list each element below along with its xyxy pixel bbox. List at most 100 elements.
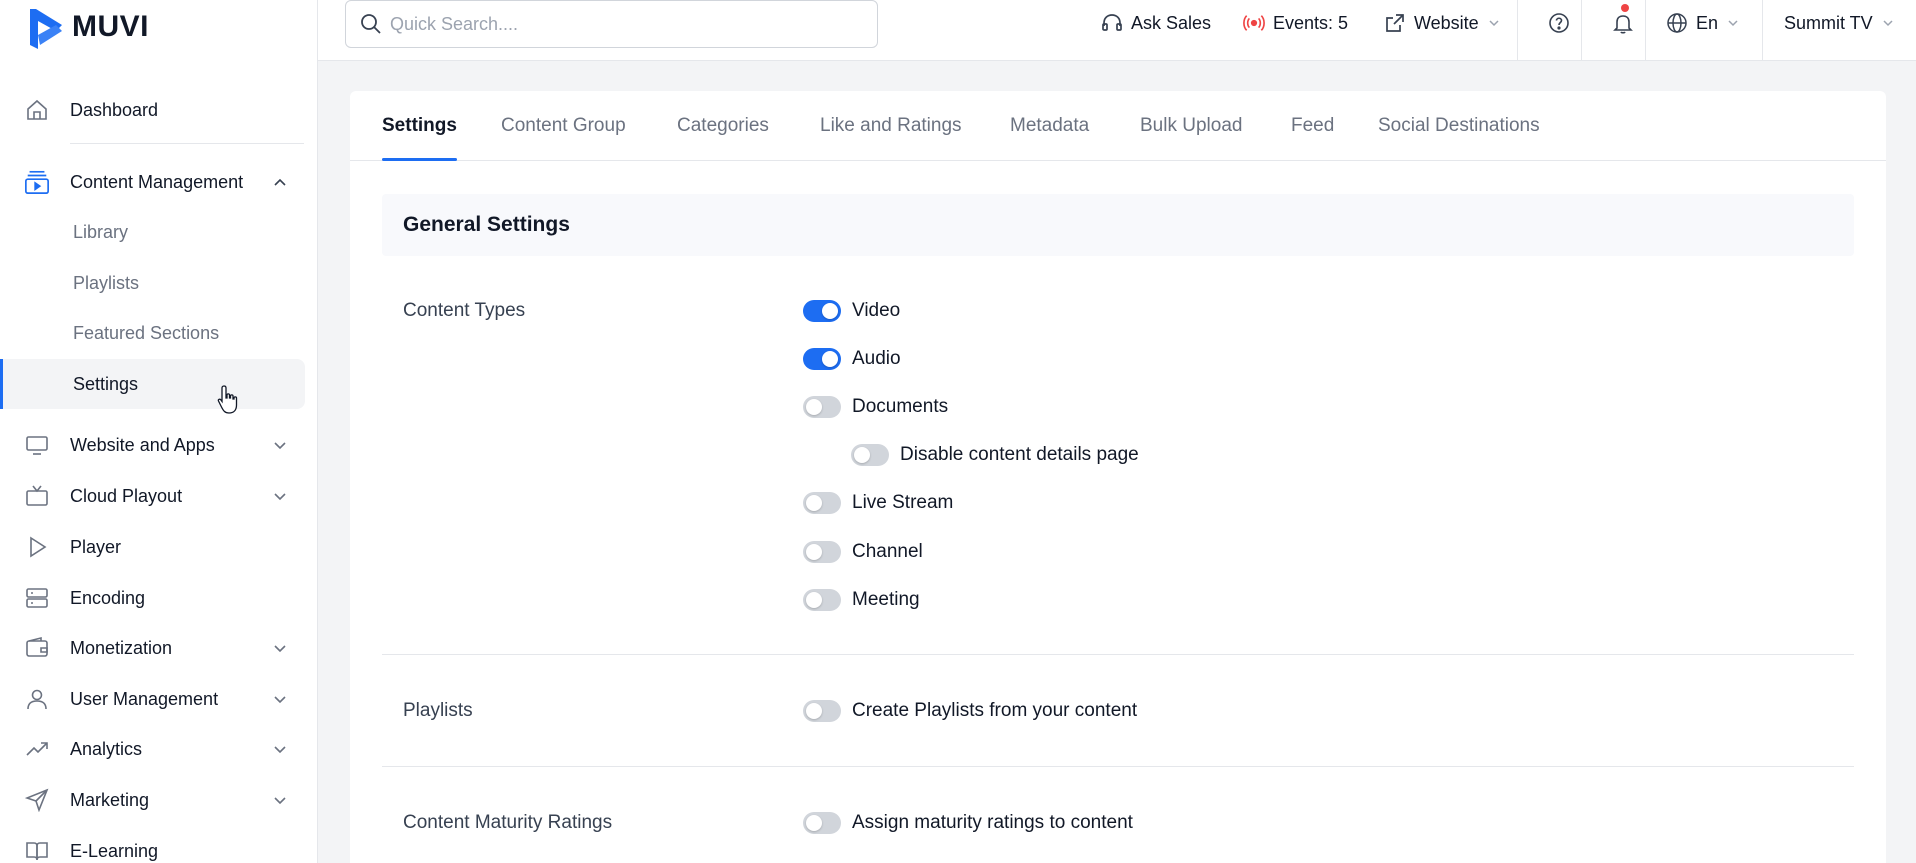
tab-feed[interactable]: Feed [1291, 115, 1334, 161]
tab-like-and-ratings[interactable]: Like and Ratings [820, 115, 962, 161]
live-stream-option[interactable]: Live Stream [803, 490, 953, 516]
ask-sales-link[interactable]: Ask Sales [1101, 10, 1211, 36]
home-icon [24, 97, 50, 123]
meeting-toggle[interactable] [803, 589, 841, 611]
globe-icon [1666, 12, 1688, 34]
sidebar-divider [70, 143, 304, 144]
brand-logo[interactable]: MUVI [26, 4, 149, 50]
sidebar-item-e-learning[interactable]: E-Learning [0, 826, 318, 863]
external-link-icon [1384, 12, 1406, 34]
option-label: Meeting [852, 589, 920, 610]
topbar-separator [1762, 0, 1763, 60]
sidebar-subitem-playlists[interactable]: Playlists [0, 258, 318, 308]
general-settings-header: General Settings [382, 194, 1854, 256]
sidebar-subitem-settings[interactable]: Settings [0, 359, 305, 409]
trend-icon [24, 736, 50, 762]
help-button[interactable] [1548, 10, 1570, 36]
chevron-down-icon [272, 691, 288, 707]
sidebar-subitem-library[interactable]: Library [0, 207, 318, 257]
account-dropdown[interactable]: Summit TV [1784, 10, 1895, 36]
broadcast-icon [1243, 12, 1265, 34]
sidebar-item-label: Website and Apps [70, 434, 215, 455]
meeting-option[interactable]: Meeting [803, 587, 920, 613]
option-label: Assign maturity ratings to content [852, 812, 1133, 833]
topbar-separator [1645, 0, 1646, 60]
tab-bar: Settings Content Group Categories Like a… [350, 91, 1886, 161]
video-toggle[interactable] [803, 300, 841, 322]
website-label: Website [1414, 12, 1479, 33]
chevron-up-icon [272, 174, 288, 190]
sidebar-subitem-label: Playlists [73, 272, 140, 293]
tv-icon [24, 483, 50, 509]
maturity-ratings-toggle[interactable] [803, 812, 841, 834]
topbar-separator [1517, 0, 1518, 60]
sidebar-item-encoding[interactable]: Encoding [0, 573, 318, 623]
website-dropdown[interactable]: Website [1384, 10, 1501, 36]
book-icon [24, 838, 50, 863]
sidebar-item-user-management[interactable]: User Management [0, 674, 318, 724]
playlists-label: Playlists [403, 700, 473, 721]
tab-categories[interactable]: Categories [677, 115, 769, 161]
chevron-down-icon [272, 741, 288, 757]
chevron-down-icon [1726, 12, 1740, 34]
audio-toggle[interactable] [803, 348, 841, 370]
tab-content-group[interactable]: Content Group [501, 115, 626, 161]
documents-toggle[interactable] [803, 396, 841, 418]
create-playlists-option[interactable]: Create Playlists from your content [803, 698, 1137, 724]
settings-card: Settings Content Group Categories Like a… [350, 91, 1886, 863]
sidebar-item-marketing[interactable]: Marketing [0, 775, 318, 825]
chevron-down-icon [272, 792, 288, 808]
sidebar-item-monetization[interactable]: Monetization [0, 623, 318, 673]
sidebar-item-website-and-apps[interactable]: Website and Apps [0, 420, 318, 470]
search-input[interactable] [390, 9, 860, 39]
sidebar-item-label: Player [70, 536, 122, 557]
sidebar-item-content-management[interactable]: Content Management [0, 157, 318, 207]
tab-metadata[interactable]: Metadata [1010, 115, 1089, 161]
maturity-ratings-label: Content Maturity Ratings [403, 812, 613, 833]
disable-details-option[interactable]: Disable content details page [851, 442, 1139, 468]
content-management-icon [24, 169, 50, 195]
channel-option[interactable]: Channel [803, 539, 923, 565]
sidebar-item-analytics[interactable]: Analytics [0, 724, 318, 774]
maturity-ratings-option[interactable]: Assign maturity ratings to content [803, 810, 1133, 836]
section-title: General Settings [403, 213, 570, 236]
documents-option[interactable]: Documents [803, 394, 948, 420]
language-label: En [1696, 12, 1719, 33]
audio-option[interactable]: Audio [803, 346, 901, 372]
bell-icon [1612, 12, 1634, 34]
option-label: Live Stream [852, 492, 954, 513]
chevron-down-icon [1881, 12, 1895, 34]
video-option[interactable]: Video [803, 298, 900, 324]
user-icon [24, 686, 50, 712]
chevron-down-icon [272, 488, 288, 504]
account-label: Summit TV [1784, 12, 1873, 33]
events-link[interactable]: Events: 5 [1243, 10, 1348, 36]
quick-search[interactable] [345, 0, 878, 48]
tab-social-destinations[interactable]: Social Destinations [1378, 115, 1540, 161]
language-dropdown[interactable]: En [1666, 10, 1740, 36]
headset-icon [1101, 12, 1123, 34]
help-icon [1548, 12, 1570, 34]
option-label: Create Playlists from your content [852, 700, 1138, 721]
create-playlists-toggle[interactable] [803, 700, 841, 722]
chevron-down-icon [272, 640, 288, 656]
tab-settings[interactable]: Settings [382, 115, 457, 161]
sidebar-item-label: Analytics [70, 738, 143, 759]
sidebar-item-cloud-playout[interactable]: Cloud Playout [0, 471, 318, 521]
chevron-down-icon [1487, 12, 1501, 34]
sidebar-item-dashboard[interactable]: Dashboard [0, 85, 318, 135]
top-bar: Ask Sales Events: 5 Website En [318, 0, 1916, 61]
sidebar-item-player[interactable]: Player [0, 522, 318, 572]
tab-bulk-upload[interactable]: Bulk Upload [1140, 115, 1242, 161]
topbar-separator [1581, 0, 1582, 60]
channel-toggle[interactable] [803, 541, 841, 563]
notifications-button[interactable] [1612, 10, 1634, 36]
live-stream-toggle[interactable] [803, 492, 841, 514]
sidebar-subitem-featured-sections[interactable]: Featured Sections [0, 308, 318, 358]
sidebar-item-label: Marketing [70, 789, 150, 810]
disable-details-toggle[interactable] [851, 444, 889, 466]
sidebar-item-label: Dashboard [70, 99, 159, 120]
option-label: Channel [852, 541, 923, 562]
notification-badge [1621, 4, 1629, 12]
sidebar: MUVI Dashboard Content Management Librar… [0, 0, 318, 863]
